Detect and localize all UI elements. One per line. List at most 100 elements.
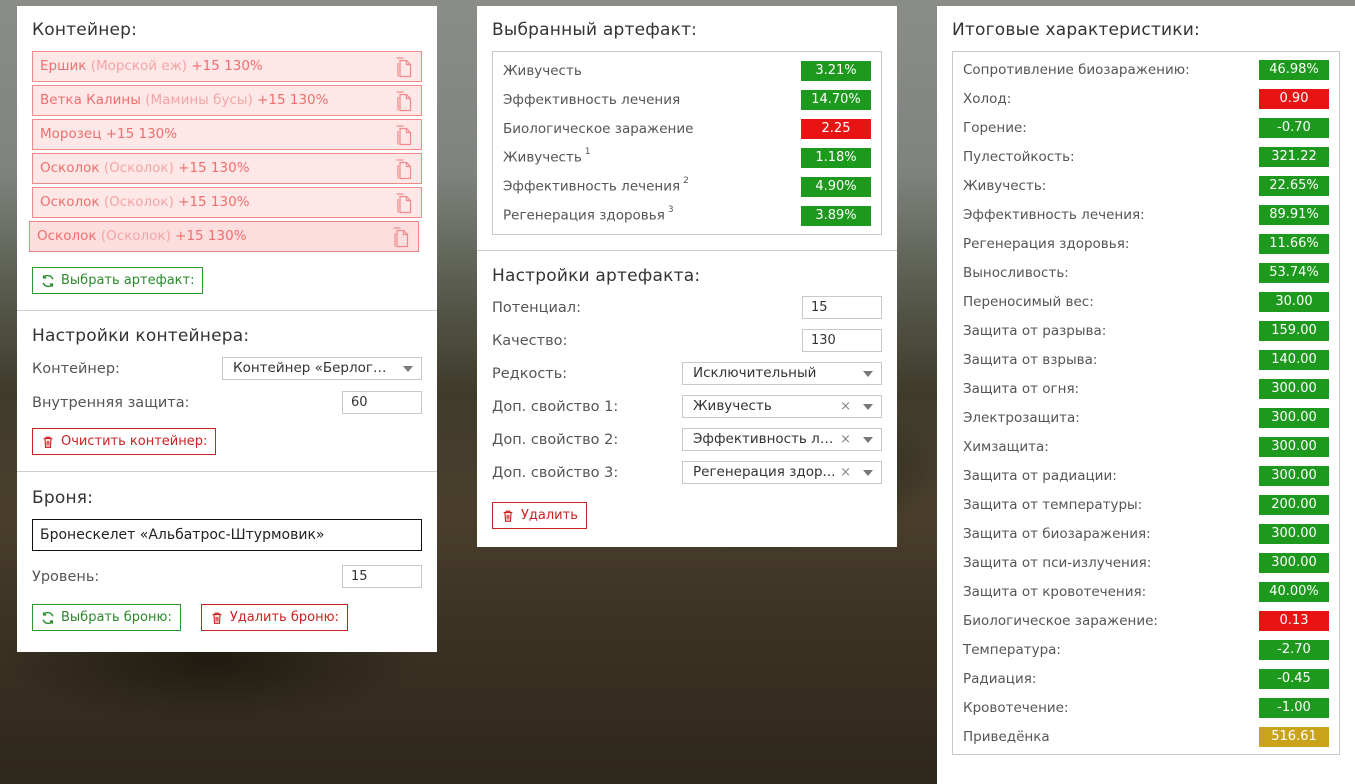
stat-label: Живучесть 1 xyxy=(503,147,591,166)
clear-icon[interactable]: × xyxy=(840,429,851,450)
prop3-select[interactable]: Регенерация здор... × xyxy=(682,461,882,484)
stat-label: Защита от пси-излучения: xyxy=(963,555,1151,571)
container-select[interactable]: Контейнер «Берлога... xyxy=(222,357,422,380)
stat-label-text: Защита от огня: xyxy=(963,380,1080,397)
container-item[interactable]: Ветка Калины (Мамины бусы) +15 130% xyxy=(32,85,422,116)
stat-label-text: Радиация: xyxy=(963,670,1037,687)
container-item-suffix: +15 130% xyxy=(191,58,263,74)
level-input[interactable]: 15 xyxy=(342,565,422,588)
prop1-label: Доп. свойство 1: xyxy=(492,398,619,415)
stat-label-text: Температура: xyxy=(963,641,1061,658)
quality-input[interactable]: 130 xyxy=(802,329,882,352)
prop3-label: Доп. свойство 3: xyxy=(492,464,619,481)
stat-row: Защита от взрыва: 140.00 xyxy=(963,345,1329,374)
copy-icon[interactable] xyxy=(392,227,410,248)
container-item-name: Осколок xyxy=(37,228,97,244)
internal-protection-label: Внутренняя защита: xyxy=(32,394,190,411)
internal-protection-input[interactable]: 60 xyxy=(342,391,422,414)
chevron-down-icon xyxy=(863,470,873,476)
stat-label-text: Химзащита: xyxy=(963,438,1049,455)
stat-label-text: Живучесть xyxy=(503,149,582,166)
stat-label-text: Регенерация здоровья: xyxy=(963,235,1130,252)
container-item[interactable]: Осколок (Осколок) +15 130% xyxy=(29,221,419,252)
armor-field[interactable]: Бронескелет «Альбатрос-Штурмовик» xyxy=(32,519,422,551)
stat-label-text: Защита от пси-излучения: xyxy=(963,554,1152,571)
stat-value: 4.90% xyxy=(801,176,871,197)
stat-label: Защита от температуры: xyxy=(963,497,1142,513)
stat-value: 53.74% xyxy=(1259,262,1329,283)
clear-container-label: Очистить контейнер: xyxy=(61,434,208,449)
clear-container-button[interactable]: Очистить контейнер: xyxy=(32,428,217,455)
stat-row: Пулестойкость: 321.22 xyxy=(963,142,1329,171)
potential-input[interactable]: 15 xyxy=(802,296,882,319)
copy-icon[interactable] xyxy=(395,91,413,112)
clear-icon[interactable]: × xyxy=(840,396,851,417)
selected-artifact-stats: Живучесть 3.21% Эффективность лечения 14.70… xyxy=(492,51,882,235)
rarity-label: Редкость: xyxy=(492,365,568,382)
stat-label-text: Эффективность лечения: xyxy=(963,206,1145,223)
container-item-suffix: +15 130% xyxy=(178,194,250,210)
stat-value: 140.00 xyxy=(1259,349,1329,370)
stat-label-text: Эффективность лечения xyxy=(503,178,681,195)
stat-row: Кровотечение: -1.00 xyxy=(963,693,1329,722)
copy-icon[interactable] xyxy=(395,57,413,78)
level-label: Уровень: xyxy=(32,568,100,585)
stat-label-text: Защита от биозаражения: xyxy=(963,525,1151,542)
container-item[interactable]: Осколок (Осколок) +15 130% xyxy=(32,187,422,218)
armor-section: Броня: Бронескелет «Альбатрос-Штурмовик»… xyxy=(17,471,437,647)
stat-label: Защита от разрыва: xyxy=(963,323,1106,339)
stat-row: Защита от разрыва: 159.00 xyxy=(963,316,1329,345)
stat-label-text: Кровотечение: xyxy=(963,699,1069,716)
stat-label-text: Электрозащита: xyxy=(963,409,1080,426)
stat-row: Температура: -2.70 xyxy=(963,635,1329,664)
stat-row: Приведёнка 516.61 xyxy=(963,722,1329,751)
stat-label-text: Защита от радиации: xyxy=(963,467,1117,484)
stat-row: Защита от огня: 300.00 xyxy=(963,374,1329,403)
artifact-settings-section: Настройки артефакта: Потенциал: 15 Качес… xyxy=(477,250,897,545)
stat-label: Радиация: xyxy=(963,671,1036,687)
prop2-select[interactable]: Эффективность ле... × xyxy=(682,428,882,451)
stat-footnote: 3 xyxy=(667,205,674,216)
stat-value: 0.90 xyxy=(1259,88,1329,109)
totals-section: Итоговые характеристики: Сопротивление б… xyxy=(937,6,1355,755)
stat-label: Эффективность лечения xyxy=(503,92,680,108)
artifact-settings-title: Настройки артефакта: xyxy=(492,266,701,286)
stat-label: Электрозащита: xyxy=(963,410,1080,426)
delete-artifact-button[interactable]: Удалить xyxy=(492,502,587,529)
stat-label: Живучесть xyxy=(503,63,582,79)
stat-label-text: Живучесть: xyxy=(963,177,1047,194)
stat-label: Регенерация здоровья: xyxy=(963,236,1129,252)
potential-label: Потенциал: xyxy=(492,299,581,316)
prop2-label: Доп. свойство 2: xyxy=(492,431,619,448)
stat-label: Эффективность лечения: xyxy=(963,207,1145,223)
stat-value: -0.70 xyxy=(1259,117,1329,138)
rarity-select[interactable]: Исключительный xyxy=(682,362,882,385)
clear-icon[interactable]: × xyxy=(840,462,851,483)
left-panel: Контейнер: Ершик (Морской еж) +15 130% Ве… xyxy=(17,6,437,652)
container-item[interactable]: Морозец +15 130% xyxy=(32,119,422,150)
copy-icon[interactable] xyxy=(395,159,413,180)
stat-label-text: Эффективность лечения xyxy=(503,91,681,108)
stat-row: Биологическое заражение 2.25 xyxy=(503,114,871,143)
stat-label: Выносливость: xyxy=(963,265,1069,281)
trash-icon xyxy=(212,612,222,624)
stat-row: Эффективность лечения: 89.91% xyxy=(963,200,1329,229)
prop1-select[interactable]: Живучесть × xyxy=(682,395,882,418)
stat-value: 3.89% xyxy=(801,205,871,226)
stat-value: 89.91% xyxy=(1259,204,1329,225)
stat-label-text: Защита от кровотечения: xyxy=(963,583,1147,600)
container-section: Контейнер: Ершик (Морской еж) +15 130% Ве… xyxy=(17,6,437,310)
stat-value: 14.70% xyxy=(801,89,871,110)
copy-icon[interactable] xyxy=(395,193,413,214)
delete-armor-button[interactable]: Удалить броню: xyxy=(200,604,348,631)
stat-label-text: Биологическое заражение xyxy=(503,120,694,137)
choose-armor-button[interactable]: Выбрать броню: xyxy=(32,604,181,631)
stat-value: 300.00 xyxy=(1259,523,1329,544)
stat-label: Защита от взрыва: xyxy=(963,352,1097,368)
stat-label: Химзащита: xyxy=(963,439,1049,455)
stat-value: 3.21% xyxy=(801,60,871,81)
container-item[interactable]: Осколок (Осколок) +15 130% xyxy=(32,153,422,184)
choose-artifact-button[interactable]: Выбрать артефакт: xyxy=(32,267,204,294)
copy-icon[interactable] xyxy=(395,125,413,146)
container-item[interactable]: Ершик (Морской еж) +15 130% xyxy=(32,51,422,82)
